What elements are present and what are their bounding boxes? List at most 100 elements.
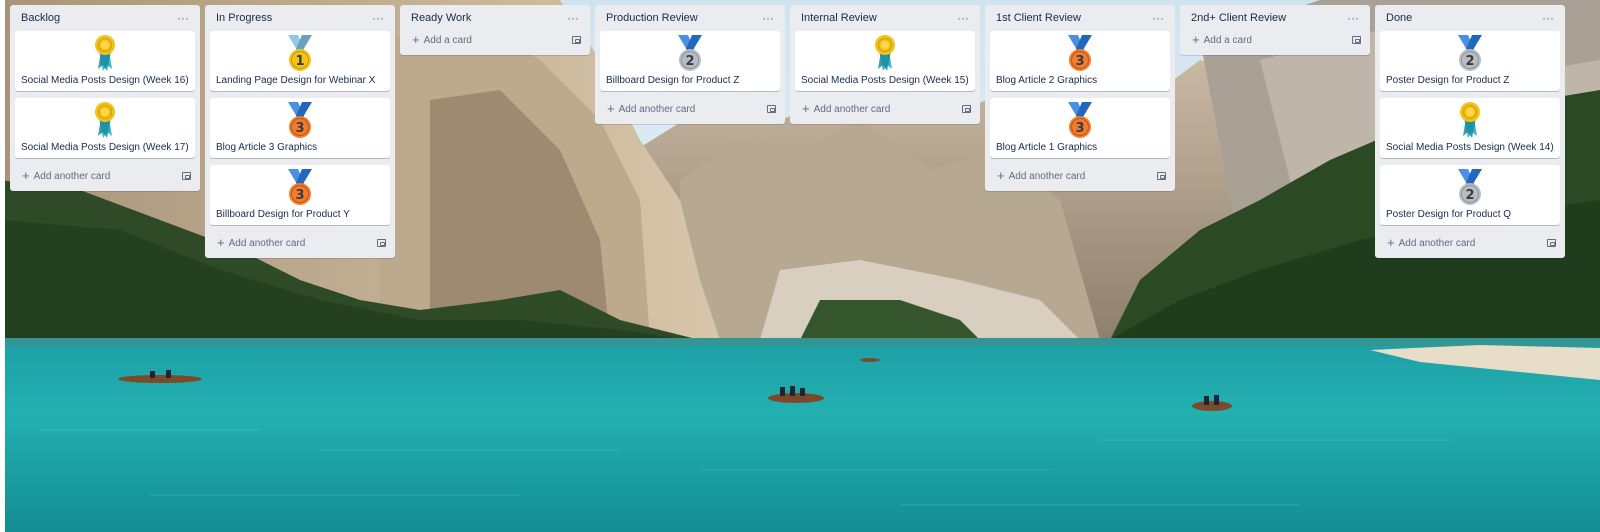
list-title[interactable]: Production Review [606, 12, 698, 24]
card[interactable]: Social Media Posts Design (Week 17) [15, 98, 195, 158]
card-cover [1380, 100, 1560, 140]
card[interactable]: 3 Blog Article 2 Graphics [990, 31, 1170, 91]
card-cover: 1 [210, 33, 390, 73]
card[interactable]: 2 Billboard Design for Product Z [600, 31, 780, 91]
list-title[interactable]: 1st Client Review [996, 12, 1081, 24]
list-menu-icon[interactable]: ··· [1540, 12, 1556, 24]
svg-text:2: 2 [1465, 54, 1474, 69]
card-title: Poster Design for Product Z [1386, 75, 1510, 86]
add-card-label: Add a card [423, 34, 472, 46]
add-card-button[interactable]: + Add another card [990, 165, 1170, 187]
card-template-icon[interactable] [1352, 36, 1361, 44]
card-container: 1 Landing Page Design for Webinar X 3 Bl… [210, 31, 390, 225]
add-card-button[interactable]: + Add another card [210, 232, 390, 254]
svg-text:2: 2 [1465, 188, 1474, 203]
list-internal-review: Internal Review ··· Social Media Posts D… [790, 5, 980, 124]
card[interactable]: Social Media Posts Design (Week 15) [795, 31, 975, 91]
add-card-button[interactable]: + Add another card [795, 98, 975, 120]
card[interactable]: 2 Poster Design for Product Z [1380, 31, 1560, 91]
list-done: Done ··· 2 Poster Design for Product Z S… [1375, 5, 1565, 258]
add-card-label: Add another card [1008, 170, 1086, 182]
card[interactable]: Social Media Posts Design (Week 14) [1380, 98, 1560, 158]
list-title[interactable]: Internal Review [801, 12, 877, 24]
card-container: Social Media Posts Design (Week 16) Soci… [15, 31, 195, 158]
card-template-icon[interactable] [767, 105, 776, 113]
card-container: 2 Poster Design for Product Z Social Med… [1380, 31, 1560, 225]
add-card-label: Add another card [618, 103, 696, 115]
list-title[interactable]: 2nd+ Client Review [1191, 12, 1286, 24]
list-title[interactable]: In Progress [216, 12, 272, 24]
card-title: Billboard Design for Product Z [606, 75, 740, 86]
card-template-icon[interactable] [1157, 172, 1166, 180]
card[interactable]: 3 Blog Article 3 Graphics [210, 98, 390, 158]
list-header: Ready Work ··· [405, 5, 585, 31]
card-cover: 3 [990, 33, 1170, 73]
bronze-medal-3-icon: 3 [1068, 35, 1092, 71]
plus-icon: + [22, 168, 30, 183]
list-menu-icon[interactable]: ··· [955, 12, 971, 24]
list-header: Internal Review ··· [795, 5, 975, 31]
card[interactable]: Social Media Posts Design (Week 16) [15, 31, 195, 91]
svg-text:2: 2 [685, 54, 694, 69]
add-card-button[interactable]: + Add another card [15, 165, 195, 187]
list-menu-icon[interactable]: ··· [175, 12, 191, 24]
card-container: 3 Blog Article 2 Graphics 3 Blog Article… [990, 31, 1170, 158]
add-card-label: Add another card [33, 170, 111, 182]
card[interactable]: 1 Landing Page Design for Webinar X [210, 31, 390, 91]
list-header: 2nd+ Client Review ··· [1185, 5, 1365, 31]
kanban-board: Backlog ··· Social Media Posts Design (W… [10, 5, 1565, 265]
card-container: 2 Billboard Design for Product Z [600, 31, 780, 91]
list-header: 1st Client Review ··· [990, 5, 1170, 31]
card-cover [15, 100, 195, 140]
bronze-medal-3-icon: 3 [288, 169, 312, 205]
card[interactable]: 3 Blog Article 1 Graphics [990, 98, 1170, 158]
list-in-progress: In Progress ··· 1 Landing Page Design fo… [205, 5, 395, 258]
card-template-icon[interactable] [182, 172, 191, 180]
silver-medal-2-icon: 2 [678, 35, 702, 71]
plus-icon: + [217, 235, 225, 250]
list-menu-icon[interactable]: ··· [760, 12, 776, 24]
add-card-button[interactable]: + Add a card [405, 29, 585, 51]
card-cover: 3 [990, 100, 1170, 140]
add-card-button[interactable]: + Add another card [600, 98, 780, 120]
list-title[interactable]: Backlog [21, 12, 60, 24]
card-title: Billboard Design for Product Y [216, 209, 350, 220]
list-menu-icon[interactable]: ··· [565, 12, 581, 24]
list-title[interactable]: Ready Work [411, 12, 471, 24]
plus-icon: + [802, 101, 810, 116]
list-header: In Progress ··· [210, 5, 390, 31]
window-left-edge [0, 0, 5, 532]
card[interactable]: 3 Billboard Design for Product Y [210, 165, 390, 225]
list-ready-work: Ready Work ··· + Add a card [400, 5, 590, 55]
card-cover: 2 [1380, 167, 1560, 207]
add-card-label: Add another card [228, 237, 306, 249]
card-title: Landing Page Design for Webinar X [216, 75, 376, 86]
card-title: Social Media Posts Design (Week 16) [21, 75, 189, 86]
svg-text:3: 3 [1075, 54, 1084, 69]
card-template-icon[interactable] [962, 105, 971, 113]
list-menu-icon[interactable]: ··· [1345, 12, 1361, 24]
silver-medal-2-icon: 2 [1458, 169, 1482, 205]
card-title: Social Media Posts Design (Week 17) [21, 142, 189, 153]
card-template-icon[interactable] [572, 36, 581, 44]
add-card-button[interactable]: + Add a card [1185, 29, 1365, 51]
card-cover: 3 [210, 100, 390, 140]
add-card-button[interactable]: + Add another card [1380, 232, 1560, 254]
list-menu-icon[interactable]: ··· [370, 12, 386, 24]
card-cover [15, 33, 195, 73]
add-card-label: Add a card [1203, 34, 1252, 46]
card-cover: 2 [1380, 33, 1560, 73]
plus-icon: + [1192, 32, 1200, 47]
card-title: Blog Article 1 Graphics [996, 142, 1098, 153]
card-cover: 2 [600, 33, 780, 73]
list-menu-icon[interactable]: ··· [1150, 12, 1166, 24]
add-card-label: Add another card [813, 103, 891, 115]
card-container: Social Media Posts Design (Week 15) [795, 31, 975, 91]
card-template-icon[interactable] [377, 239, 386, 247]
card-title: Social Media Posts Design (Week 15) [801, 75, 969, 86]
award-rosette-icon [95, 102, 115, 138]
svg-text:3: 3 [1075, 121, 1084, 136]
list-title[interactable]: Done [1386, 12, 1412, 24]
card[interactable]: 2 Poster Design for Product Q [1380, 165, 1560, 225]
card-template-icon[interactable] [1547, 239, 1556, 247]
